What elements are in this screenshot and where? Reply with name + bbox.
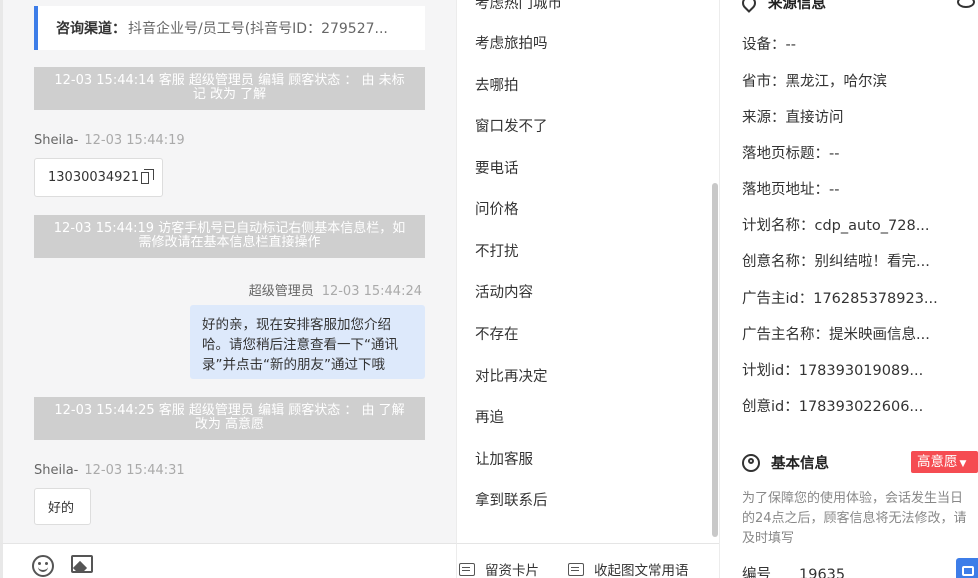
- emoji-icon[interactable]: [32, 555, 54, 577]
- caret-down-icon: ▼: [959, 459, 967, 469]
- quick-reply-item[interactable]: 去哪拍: [475, 74, 519, 95]
- chat-panel: 咨询渠道： 抖音企业号/员工号(抖音号ID：279527... 12-03 15…: [0, 0, 456, 543]
- leave-card-button[interactable]: 留资卡片: [459, 559, 539, 578]
- info-advertiser-name: 广告主名称：提米映画信息...: [742, 327, 930, 343]
- message-time: 12-03 15:44:19: [84, 133, 185, 148]
- info-number: 编号 19635: [742, 563, 845, 578]
- chat-float-button[interactable]: [956, 558, 978, 578]
- info-advertiser-id: 广告主id：176285378923...: [742, 291, 938, 307]
- message-sender: Sheila- 12-03 15:44:31: [34, 463, 185, 478]
- quick-reply-item[interactable]: 再追: [475, 406, 504, 427]
- user-icon: [742, 453, 760, 472]
- phone-number: 13030034921: [48, 170, 139, 185]
- quick-reply-item[interactable]: 不打扰: [475, 240, 519, 261]
- message-time: 12-03 15:44:31: [84, 463, 185, 478]
- sender-name: 超级管理员: [248, 284, 314, 299]
- channel-label: 咨询渠道：: [56, 21, 126, 37]
- system-message: 12-03 15:44:14 客服 超级管理员 编辑 顾客状态 ： 由 未标记 …: [34, 67, 425, 110]
- number-value: 19635: [799, 567, 846, 578]
- basic-info-title: 基本信息: [742, 452, 829, 473]
- quick-reply-item[interactable]: 窗口发不了: [475, 115, 548, 136]
- channel-value: 抖音企业号/员工号(抖音号ID：279527...: [128, 21, 388, 37]
- quick-reply-item[interactable]: 要电话: [475, 157, 519, 178]
- collapse-label: 收起图文常用语: [594, 563, 689, 578]
- chat-toolbar: [0, 543, 456, 578]
- quick-reply-item[interactable]: 让加客服: [475, 448, 533, 469]
- visitor-info-panel: 来源信息 设备：-- 省市：黑龙江，哈尔滨 来源：直接访问 落地页标题：-- 落…: [719, 0, 978, 578]
- visitor-phone-bubble: 13030034921: [34, 158, 163, 197]
- info-province: 省市：黑龙江，哈尔滨: [742, 74, 887, 90]
- info-landing-title: 落地页标题：--: [742, 146, 840, 162]
- channel-card: 咨询渠道： 抖音企业号/员工号(抖音号ID：279527...: [34, 6, 425, 50]
- info-creative-id: 创意id：178393022606...: [742, 399, 924, 415]
- leave-card-label: 留资卡片: [485, 563, 539, 578]
- info-creative-name: 创意名称：别纠结啦！看完...: [742, 254, 930, 270]
- info-device: 设备：--: [742, 37, 796, 53]
- collapse-phrases-button[interactable]: 收起图文常用语: [568, 559, 689, 578]
- message-icon: [568, 562, 584, 576]
- sender-name: Sheila-: [34, 133, 79, 148]
- quick-reply-panel: 考虑热门城市 考虑旅拍吗 去哪拍 窗口发不了 要电话 问价格 不打扰 活动内容 …: [456, 0, 719, 543]
- quick-reply-item[interactable]: 活动内容: [475, 281, 533, 302]
- intent-status-label: 高意愿: [917, 454, 958, 470]
- card-icon: [459, 562, 475, 576]
- source-info-title: 来源信息: [739, 0, 826, 13]
- info-plan-name: 计划名称：cdp_auto_728...: [742, 218, 930, 234]
- quick-reply-item[interactable]: 考虑热门城市: [475, 0, 562, 13]
- sender-name: Sheila-: [34, 463, 79, 478]
- message-sender: 超级管理员 12-03 15:44:24: [249, 280, 422, 299]
- info-plan-id: 计划id：178393019089...: [742, 363, 924, 379]
- agent-message-bubble: 好的亲，现在安排客服加您介绍哈。请您稍后注意查看一下“通讯录”并点击“新的朋友”…: [190, 305, 425, 379]
- quick-reply-item[interactable]: 拿到联系后: [475, 489, 548, 510]
- visitor-message-bubble: 好的: [34, 488, 91, 525]
- quick-reply-item[interactable]: 不存在: [475, 323, 519, 344]
- quick-reply-item[interactable]: 问价格: [475, 198, 519, 219]
- image-icon[interactable]: [71, 555, 93, 573]
- location-icon: [739, 0, 759, 13]
- message-time: 12-03 15:44:24: [321, 284, 422, 299]
- system-message: 12-03 15:44:25 客服 超级管理员 编辑 顾客状态 ： 由 了解 改…: [34, 397, 425, 440]
- edit-notice: 为了保障您的使用体验，会话发生当日的24点之后，顾客信息将无法修改，请及时填写: [742, 491, 967, 546]
- info-landing-url: 落地页地址：--: [742, 182, 840, 198]
- info-source: 来源：直接访问: [742, 110, 844, 126]
- quick-reply-item[interactable]: 对比再决定: [475, 365, 548, 386]
- eye-icon[interactable]: [957, 0, 975, 8]
- quick-reply-item[interactable]: 考虑旅拍吗: [475, 32, 548, 53]
- system-message: 12-03 15:44:19 访客手机号已自动标记右侧基本信息栏，如需修改请在基…: [34, 215, 425, 258]
- message-sender: Sheila- 12-03 15:44:19: [34, 133, 185, 148]
- intent-status-dropdown[interactable]: 高意愿 ▼: [911, 451, 978, 473]
- quick-reply-toolbar: 留资卡片 收起图文常用语: [456, 543, 719, 578]
- basic-info-label: 基本信息: [771, 456, 829, 472]
- number-label: 编号: [742, 567, 771, 578]
- copy-icon[interactable]: [140, 168, 155, 184]
- quick-reply-scrollbar[interactable]: [712, 183, 718, 537]
- source-info-label: 来源信息: [768, 0, 826, 12]
